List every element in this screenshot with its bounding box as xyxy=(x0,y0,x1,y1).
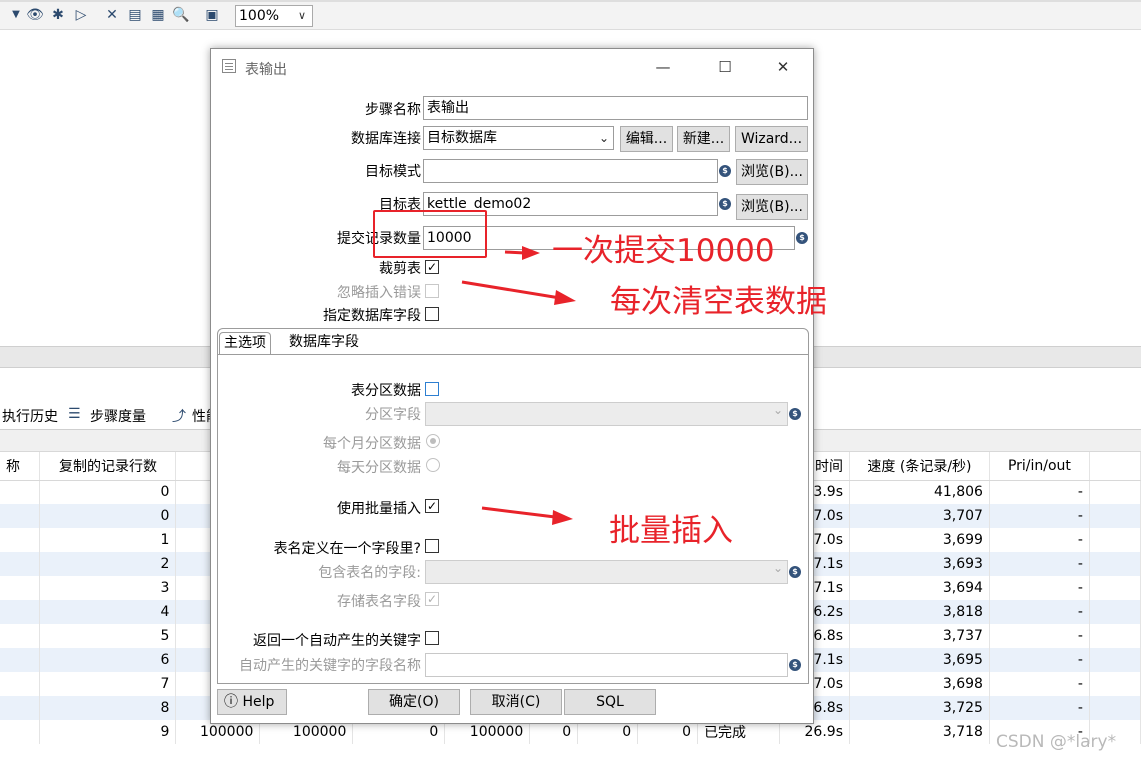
arrow-head-truncate xyxy=(554,290,576,305)
annotation-batch: 批量插入 xyxy=(609,513,733,549)
annotation-arrows xyxy=(461,246,576,525)
arrow-head-batch xyxy=(552,510,573,525)
arrow-line-truncate xyxy=(461,280,561,300)
watermark: CSDN @*lary* xyxy=(996,732,1117,752)
annotation-commit: 一次提交10000 xyxy=(552,233,775,269)
arrow-head-commit xyxy=(522,246,540,260)
annotation-truncate: 每次清空表数据 xyxy=(610,284,827,320)
arrow-line-batch xyxy=(481,506,556,519)
